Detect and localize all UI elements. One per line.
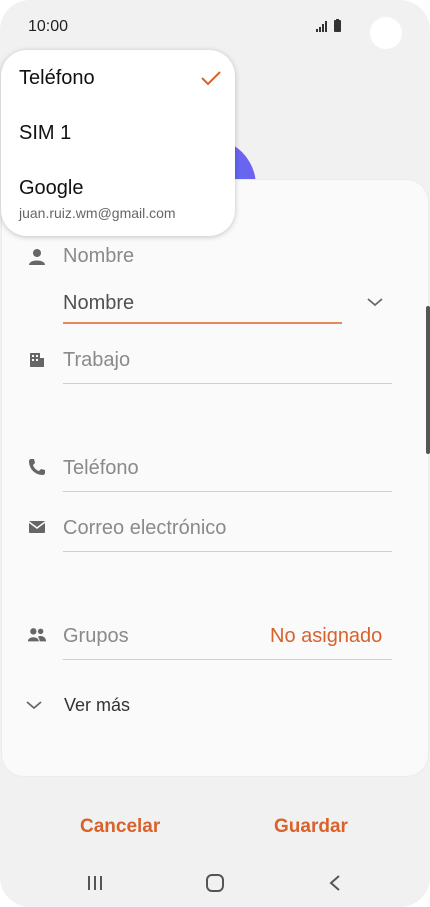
camera-cutout	[370, 17, 402, 49]
phone-icon	[29, 459, 45, 475]
see-more-label[interactable]: Ver más	[64, 695, 130, 716]
work-underline	[63, 383, 392, 384]
groups-label: Grupos	[63, 625, 129, 647]
navigation-bar	[0, 860, 430, 907]
person-icon	[29, 249, 45, 265]
scrollbar[interactable]	[426, 306, 430, 454]
email-underline	[63, 551, 392, 552]
phone-field[interactable]: Teléfono	[63, 457, 139, 480]
groups-underline	[63, 659, 392, 660]
home-icon[interactable]	[205, 874, 225, 892]
signal-battery-icon	[316, 19, 341, 32]
recents-icon[interactable]	[86, 875, 104, 891]
groups-value[interactable]: No asignado	[270, 625, 382, 648]
work-field[interactable]: Trabajo	[63, 349, 130, 372]
dropdown-item-google[interactable]: Google	[19, 177, 84, 200]
dropdown-item-sim1[interactable]: SIM 1	[19, 122, 71, 145]
building-icon	[30, 353, 44, 367]
check-icon	[201, 71, 221, 86]
chevron-down-icon[interactable]	[366, 296, 384, 308]
status-time: 10:00	[28, 18, 69, 35]
phone-underline	[63, 491, 392, 492]
save-button[interactable]: Guardar	[274, 816, 348, 838]
cancel-button[interactable]: Cancelar	[80, 816, 160, 838]
back-icon[interactable]	[328, 874, 342, 892]
account-dropdown: Teléfono SIM 1 Google juan.ruiz.wm@gmail…	[1, 50, 235, 236]
name-underline	[63, 322, 342, 324]
name-input[interactable]: Nombre	[63, 292, 134, 315]
dropdown-item-phone[interactable]: Teléfono	[19, 67, 95, 90]
phone-screen: 10:00 Nombre Nombre Trabajo Teléfono Cor…	[0, 0, 430, 907]
dropdown-item-google-email: juan.ruiz.wm@gmail.com	[19, 205, 176, 221]
groups-icon	[27, 628, 47, 642]
email-field[interactable]: Correo electrónico	[63, 517, 226, 540]
chevron-down-icon	[26, 701, 42, 710]
mail-icon	[28, 521, 46, 533]
name-label: Nombre	[63, 245, 135, 267]
status-bar: 10:00	[0, 0, 430, 52]
